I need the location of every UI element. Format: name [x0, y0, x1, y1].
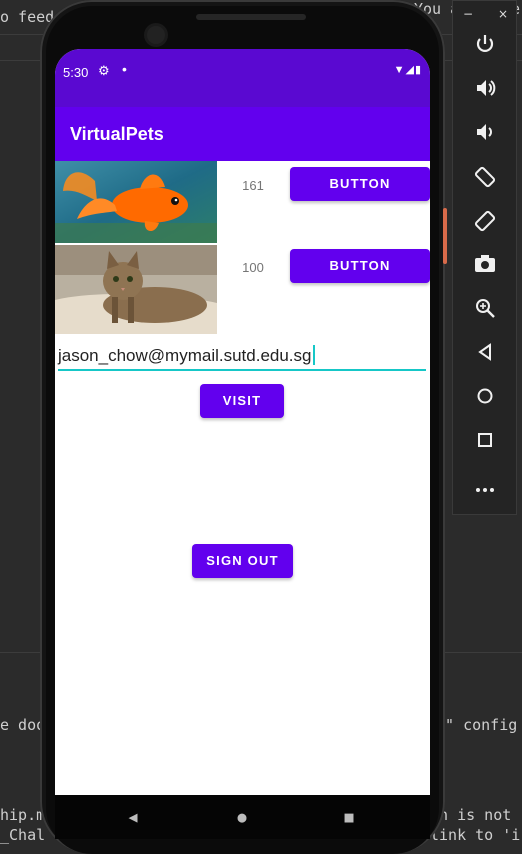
wifi-signal-battery-icons: ▼◢▮ — [393, 64, 422, 76]
front-camera — [147, 26, 165, 44]
app-screen: 5:30 ⚙ • ▼◢▮ VirtualPets 161 BUTTON 100 … — [55, 49, 430, 839]
back-icon[interactable] — [468, 341, 502, 371]
visit-button[interactable]: VISIT — [200, 384, 284, 418]
phone-side-button[interactable] — [443, 208, 447, 264]
nav-back-icon[interactable]: ◀ — [118, 795, 148, 839]
more-icon[interactable] — [468, 473, 502, 503]
ide-text: e doo — [0, 716, 46, 734]
cat-image — [55, 245, 217, 334]
ide-text: link to 'i — [430, 826, 521, 844]
volume-down-icon[interactable] — [468, 121, 502, 151]
ide-text: _Chal — [0, 826, 46, 844]
status-bar: 5:30 ⚙ • ▼◢▮ — [55, 49, 430, 107]
status-time: 5:30 — [63, 65, 89, 80]
rotate-left-icon[interactable] — [468, 165, 502, 195]
pet-count: 161 — [242, 178, 264, 193]
overview-icon[interactable] — [468, 429, 502, 459]
app-bar: VirtualPets — [55, 107, 430, 161]
settings-gear-icon: ⚙ — [98, 63, 110, 78]
email-field[interactable]: jason_chow@mymail.sutd.edu.sg — [58, 345, 426, 371]
rotate-right-icon[interactable] — [468, 209, 502, 239]
pet-action-button[interactable]: BUTTON — [290, 249, 430, 283]
text-cursor — [312, 345, 315, 365]
volume-up-icon[interactable] — [468, 77, 502, 107]
system-nav-bar: ◀ ● ■ — [55, 795, 430, 839]
email-field-value: jason_chow@mymail.sutd.edu.sg — [58, 346, 312, 365]
pet-count: 100 — [242, 260, 264, 275]
notification-dot-icon: • — [122, 61, 127, 77]
nav-recents-icon[interactable]: ■ — [334, 795, 364, 839]
home-icon[interactable] — [468, 385, 502, 415]
ide-text: v" config — [436, 716, 518, 734]
ide-text: o feed — [0, 8, 55, 26]
power-icon[interactable] — [468, 33, 502, 63]
nav-home-icon[interactable]: ● — [227, 795, 257, 839]
emulator-toolbar: − × — [452, 0, 517, 515]
pet-action-button[interactable]: BUTTON — [290, 167, 430, 201]
speaker-grille — [196, 14, 306, 20]
ide-text: hip.m — [0, 806, 46, 824]
close-icon[interactable]: × — [498, 7, 508, 21]
zoom-icon[interactable] — [468, 297, 502, 327]
goldfish-image — [55, 161, 217, 243]
sign-out-button[interactable]: SIGN OUT — [192, 544, 293, 578]
camera-icon[interactable] — [468, 253, 502, 283]
app-title: VirtualPets — [70, 124, 164, 144]
minimize-icon[interactable]: − — [463, 7, 473, 21]
